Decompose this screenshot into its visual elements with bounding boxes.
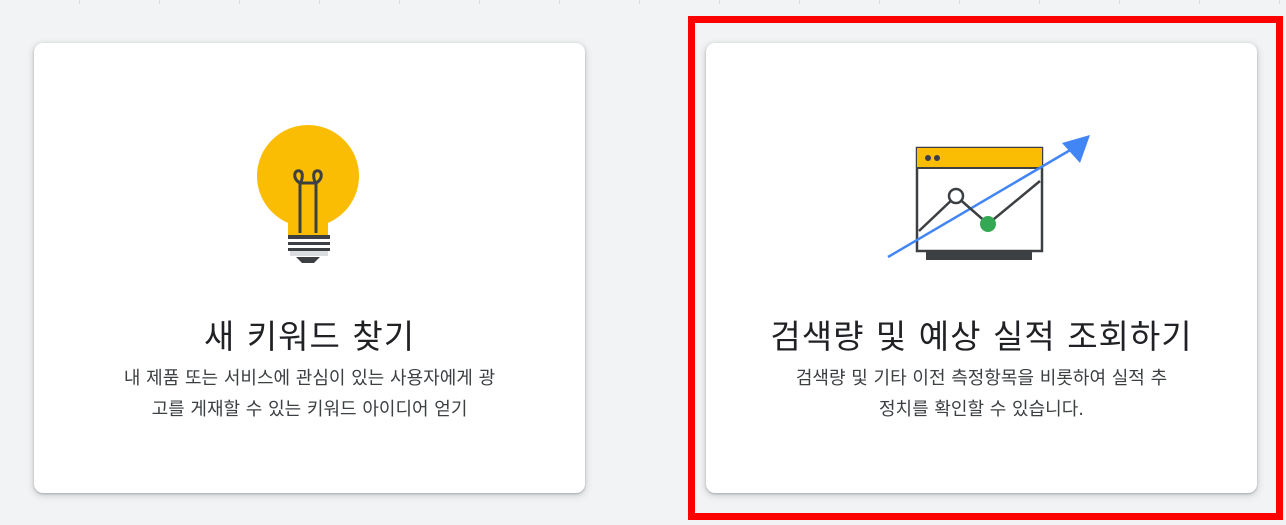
top-divider-strip [0,0,1286,4]
find-new-keywords-card[interactable]: 새 키워드 찾기 내 제품 또는 서비스에 관심이 있는 사용자에게 광 고를 … [34,43,585,493]
card-description-line: 고를 게재할 수 있는 키워드 아이디어 얻기 [151,399,468,420]
card-title: 새 키워드 찾기 [203,317,416,356]
trend-chart-icon [887,135,1090,260]
search-volume-forecast-card[interactable]: 검색량 및 예상 실적 조회하기 검색량 및 기타 이전 측정항목을 비롯하여 … [706,43,1257,493]
card-description-line: 검색량 및 기타 이전 측정항목을 비롯하여 실적 추 [795,368,1168,389]
card-description-line: 정치를 확인할 수 있습니다. [878,399,1085,420]
lightbulb-icon [257,125,359,263]
card-description: 내 제품 또는 서비스에 관심이 있는 사용자에게 광 고를 게재할 수 있는 … [74,363,545,425]
card-description: 검색량 및 기타 이전 측정항목을 비롯하여 실적 추 정치를 확인할 수 있습… [746,363,1217,425]
card-title: 검색량 및 예상 실적 조회하기 [770,317,1193,356]
card-description-line: 내 제품 또는 서비스에 관심이 있는 사용자에게 광 [123,368,496,389]
